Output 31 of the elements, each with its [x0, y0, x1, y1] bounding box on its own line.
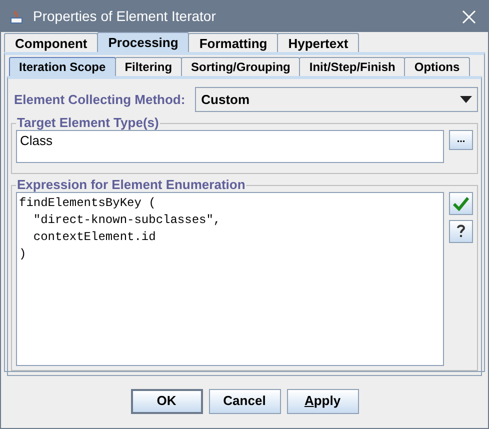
dropdown-arrow-icon — [460, 96, 472, 103]
tab[interactable]: Iteration Scope — [9, 57, 116, 76]
tab[interactable]: Init/Step/Finish — [299, 57, 406, 76]
dialog-button[interactable]: OK — [130, 388, 202, 414]
checkmark-icon — [453, 196, 469, 210]
tab[interactable]: Processing — [97, 32, 190, 52]
group-title: Target Element Type(s) — [16, 116, 160, 130]
code-line: "direct-known-subclasses", — [32, 212, 222, 229]
tab[interactable]: Formatting — [188, 33, 278, 52]
dropdown[interactable]: Custom — [195, 87, 478, 112]
code-line: contextElement.id — [32, 229, 157, 246]
text-field[interactable]: Class — [16, 130, 444, 163]
dialog-button[interactable]: Cancel — [208, 388, 280, 414]
dialog-button[interactable]: Apply — [286, 388, 358, 414]
app-icon — [9, 8, 25, 24]
check-button[interactable] — [449, 192, 473, 215]
window-title: Properties of Element Iterator — [33, 7, 216, 26]
field-label: Element Collecting Method: — [14, 90, 186, 109]
help-button[interactable] — [449, 220, 473, 243]
code-editor[interactable]: findElementsByKey ( "direct-known-subclasses", contextElement.id ) — [16, 192, 444, 366]
code-line: ) — [19, 246, 28, 263]
tab[interactable]: Sorting/Grouping — [181, 57, 300, 76]
group-title: Expression for Element Enumeration — [16, 178, 246, 192]
tab[interactable]: Options — [404, 57, 470, 76]
tab[interactable]: Filtering — [114, 57, 182, 76]
tab[interactable]: Component — [4, 33, 98, 52]
browse-button[interactable]: ... — [449, 130, 473, 150]
code-line: findElementsByKey ( — [19, 195, 157, 212]
question-mark-icon — [456, 224, 466, 239]
tab[interactable]: Hypertext — [277, 33, 360, 52]
close-icon[interactable] — [462, 10, 476, 24]
